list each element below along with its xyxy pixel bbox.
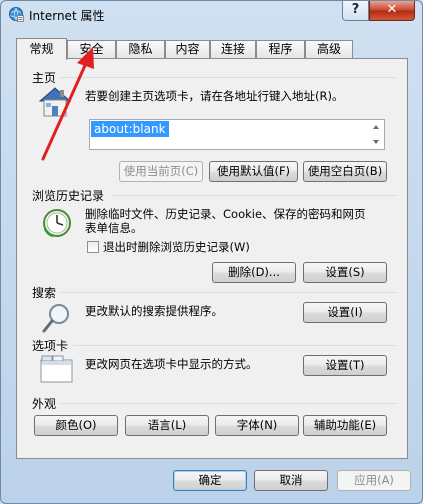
history-settings-button[interactable]: 设置(S) — [303, 262, 387, 283]
homepage-address-value[interactable]: about:blank — [91, 121, 169, 137]
tabbed-window-icon — [40, 355, 73, 383]
history-description-line1: 删除临时文件、历史记录、Cookie、保存的密码和网页 — [85, 207, 366, 221]
close-button[interactable]: ✕ — [369, 1, 415, 21]
search-settings-button[interactable]: 设置(I) — [303, 302, 387, 323]
tab-privacy[interactable]: 隐私 — [116, 40, 165, 59]
history-description-line2: 表单信息。 — [85, 221, 143, 235]
internet-options-window: Internet 属性 ? ✕ 常规 安全 隐私 内容 连接 程序 高级 主页 … — [0, 0, 423, 504]
magnifier-icon — [42, 304, 69, 333]
search-section-label: 搜索 — [32, 286, 57, 300]
tab-general[interactable]: 常规 — [16, 38, 67, 60]
colors-button[interactable]: 颜色(O) — [34, 415, 118, 436]
accessibility-button[interactable]: 辅助功能(E) — [303, 415, 387, 436]
tab-connections[interactable]: 连接 — [210, 40, 256, 59]
tabs-section-divider — [73, 345, 397, 346]
delete-on-exit-label[interactable]: 退出时删除浏览历史记录(W) — [103, 240, 250, 254]
homepage-divider — [60, 77, 397, 78]
internet-options-icon — [9, 7, 24, 22]
use-current-page-button[interactable]: 使用当前页(C) — [119, 161, 203, 182]
delete-history-button[interactable]: 删除(D)... — [212, 262, 296, 283]
fonts-button[interactable]: 字体(N) — [215, 415, 299, 436]
history-section-label: 浏览历史记录 — [32, 189, 105, 203]
tabs-section-description: 更改网页在选项卡中显示的方式。 — [85, 357, 258, 371]
window-title: Internet 属性 — [29, 9, 105, 23]
history-divider — [112, 195, 397, 196]
history-clock-icon — [43, 209, 71, 238]
appearance-divider — [60, 403, 397, 404]
address-scroll-arrows-icon[interactable] — [368, 120, 384, 149]
languages-button[interactable]: 语言(L) — [125, 415, 209, 436]
tabs-settings-button[interactable]: 设置(T) — [303, 355, 387, 376]
tab-content[interactable]: 内容 — [165, 40, 210, 59]
use-blank-page-button[interactable]: 使用空白页(B) — [303, 161, 387, 182]
title-bar[interactable]: Internet 属性 ? ✕ — [1, 1, 422, 27]
cancel-button[interactable]: 取消 — [254, 470, 328, 491]
search-description: 更改默认的搜索提供程序。 — [85, 304, 223, 318]
homepage-address-box[interactable]: about:blank — [89, 119, 385, 150]
use-default-button[interactable]: 使用默认值(F) — [209, 161, 298, 182]
tab-programs[interactable]: 程序 — [256, 40, 305, 59]
tab-advanced[interactable]: 高级 — [305, 40, 353, 59]
search-divider — [60, 292, 397, 293]
homepage-description: 若要创建主页选项卡，请在各地址行键入地址(R)。 — [85, 89, 344, 103]
help-button[interactable]: ? — [342, 1, 369, 21]
ok-button[interactable]: 确定 — [173, 470, 247, 491]
delete-on-exit-checkbox[interactable] — [87, 241, 99, 253]
apply-button[interactable]: 应用(A) — [337, 470, 411, 491]
appearance-section-label: 外观 — [32, 397, 57, 411]
tabs-section-label: 选项卡 — [32, 339, 69, 353]
